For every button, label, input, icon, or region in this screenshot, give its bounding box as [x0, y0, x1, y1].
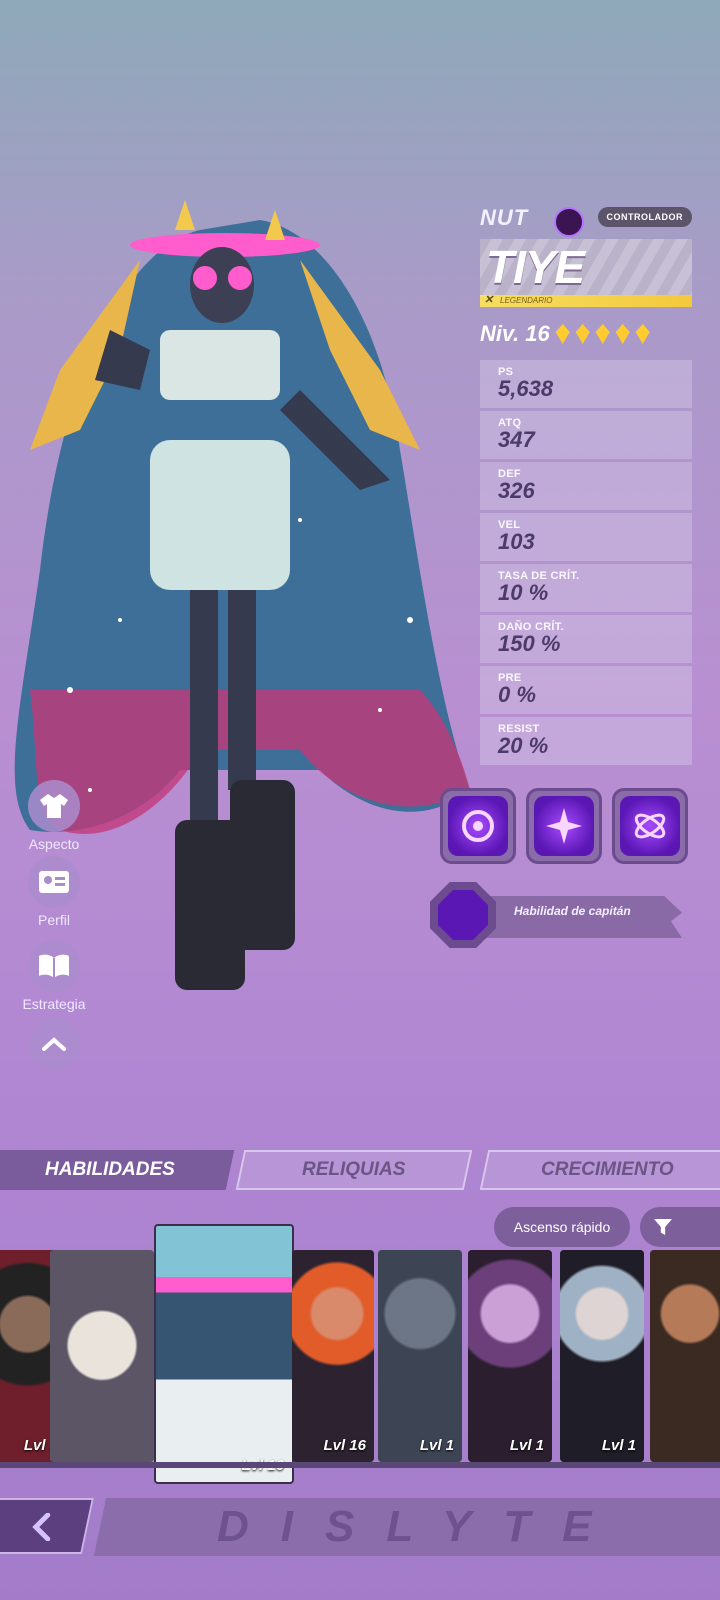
star-icon	[615, 324, 630, 344]
feather-icon	[430, 882, 496, 948]
hero-name-plate: TIYE	[480, 239, 692, 295]
hero-portrait	[560, 1250, 644, 1462]
tab-reliquias[interactable]: RELIQUIAS	[235, 1150, 473, 1190]
tab-label: HABILIDADES	[45, 1159, 175, 1180]
hero-card-carousel: Lvl 1 Lvl 16 Lvl 16 Lvl 1 Lvl 1 Lvl 1	[0, 1224, 720, 1484]
rarity-x-icon: ✕	[484, 294, 494, 306]
collapse-button[interactable]	[22, 1018, 86, 1070]
stat-def: DEF 326	[480, 462, 692, 510]
stat-value: 326	[498, 478, 535, 503]
level-row: Niv. 16	[480, 321, 692, 347]
stat-hp: PS 5,638	[480, 360, 692, 408]
filter-icon	[654, 1219, 672, 1235]
hero-card-level: Lvl 1	[419, 1437, 454, 1454]
hero-card-level: Lvl 16	[323, 1437, 366, 1454]
captain-skill-button[interactable]: Habilidad de capitán	[430, 882, 688, 948]
stat-value: 20 %	[498, 733, 549, 758]
swirl-skill-icon	[448, 796, 508, 856]
burst-skill-icon	[534, 796, 594, 856]
hero-name-panel: NUT CONTROLADOR TIYE ✕ LEGENDARIO Niv. 1…	[480, 205, 692, 347]
stat-value: 103	[498, 529, 535, 554]
stat-value: 10 %	[498, 580, 549, 605]
tab-bar: HABILIDADES RELIQUIAS CRECIMIENTO	[0, 1150, 720, 1192]
id-card-icon	[28, 856, 80, 908]
hero-card[interactable]	[50, 1250, 154, 1462]
shirt-icon	[28, 780, 80, 832]
back-button[interactable]	[0, 1498, 94, 1554]
bottom-bar: DISLYTE	[0, 1498, 720, 1560]
rarity-label: LEGENDARIO	[500, 296, 553, 305]
profile-button[interactable]: Perfil	[22, 856, 86, 928]
skill-2-button[interactable]	[526, 788, 602, 864]
hero-card-level: Lvl 1	[509, 1437, 544, 1454]
star-icon	[575, 324, 590, 344]
skill-1-button[interactable]	[440, 788, 516, 864]
star-icon	[595, 324, 610, 344]
hero-portrait	[468, 1250, 552, 1462]
hero-portrait	[156, 1226, 292, 1482]
stat-crit-dmg: DAÑO CRÍT. 150 %	[480, 615, 692, 663]
rarity-bar: ✕ LEGENDARIO	[480, 294, 692, 307]
brand-logo-text: DISLYTE	[216, 1502, 624, 1551]
stat-value: 347	[498, 427, 535, 452]
profile-label: Perfil	[38, 912, 70, 928]
carousel-baseline	[0, 1462, 720, 1468]
skill-3-button[interactable]	[612, 788, 688, 864]
star-icon	[635, 324, 650, 344]
hero-portrait	[50, 1250, 154, 1462]
skin-label: Aspecto	[28, 836, 80, 852]
stat-spd: VEL 103	[480, 513, 692, 561]
hero-card[interactable]: Lvl 16	[292, 1250, 374, 1462]
hero-portrait	[292, 1250, 374, 1462]
star-icon	[555, 324, 570, 344]
stat-value: 150 %	[498, 631, 561, 656]
hero-name: TIYE	[486, 241, 585, 293]
level-label: Niv. 16	[480, 321, 550, 346]
hero-portrait	[378, 1250, 462, 1462]
hero-card-level: Lvl 1	[601, 1437, 636, 1454]
skin-button[interactable]: Aspecto	[22, 780, 86, 852]
hero-card[interactable]	[650, 1250, 720, 1462]
hero-card[interactable]: Lvl 1	[378, 1250, 462, 1462]
tab-label: CRECIMIENTO	[540, 1159, 674, 1180]
captain-skill-label: Habilidad de capitán	[514, 904, 631, 918]
strategy-label: Estrategia	[22, 996, 86, 1012]
stat-value: 5,638	[498, 376, 554, 401]
stat-acc: PRE 0 %	[480, 666, 692, 714]
tab-label: RELIQUIAS	[302, 1159, 406, 1180]
tab-habilidades[interactable]: HABILIDADES	[0, 1150, 235, 1190]
tab-crecimiento[interactable]: CRECIMIENTO	[479, 1150, 720, 1190]
stat-value: 0 %	[498, 682, 536, 707]
role-badge: CONTROLADOR	[597, 207, 692, 227]
book-icon	[28, 940, 80, 992]
brand-banner: DISLYTE	[93, 1498, 720, 1556]
chevron-left-icon	[32, 1513, 51, 1541]
stats-panel: PS 5,638 ATQ 347 DEF 326 VEL 103 TASA DE CRÍ…	[480, 360, 692, 768]
faction-icon	[554, 207, 584, 237]
hero-card-selected[interactable]: Lvl 16	[154, 1224, 294, 1484]
hero-card[interactable]: Lvl 1	[468, 1250, 552, 1462]
stat-atk: ATQ 347	[480, 411, 692, 459]
chevron-up-icon	[28, 1018, 80, 1070]
stat-resist: RESIST 20 %	[480, 717, 692, 765]
feather-icon-inner	[438, 890, 488, 940]
orbit-skill-icon	[620, 796, 680, 856]
stat-crit-rate: TASA DE CRÍT. 10 %	[480, 564, 692, 612]
skill-buttons	[440, 788, 688, 864]
hero-portrait	[650, 1250, 720, 1462]
hero-card[interactable]: Lvl 1	[560, 1250, 644, 1462]
strategy-button[interactable]: Estrategia	[22, 940, 86, 1012]
